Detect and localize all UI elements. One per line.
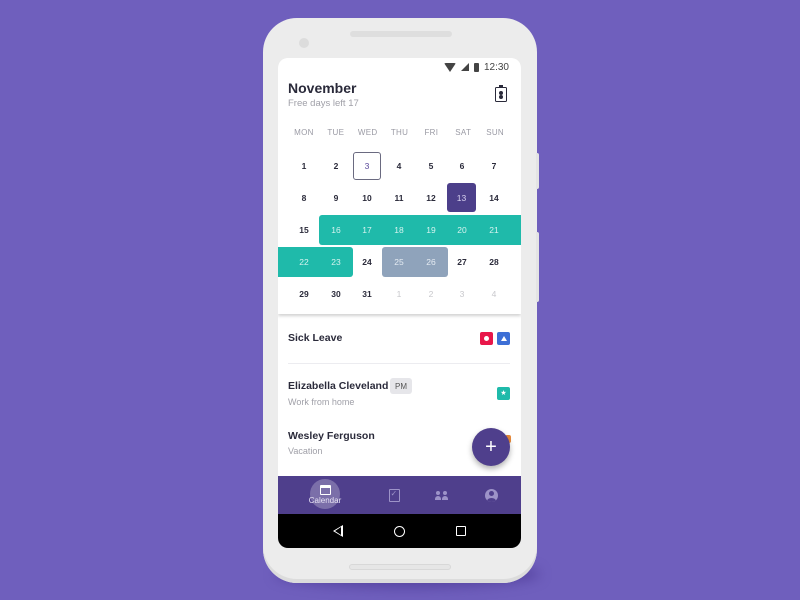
battery-icon bbox=[473, 62, 479, 72]
calendar-week-row: 22 23 24 25 26 27 28 bbox=[278, 246, 521, 278]
wifi-icon bbox=[443, 62, 456, 72]
id-badge-icon[interactable] bbox=[495, 85, 507, 102]
nav-tab-tasks[interactable] bbox=[374, 476, 414, 514]
list-item-title: Elizabella Cleveland bbox=[288, 380, 389, 392]
calendar-day[interactable]: 31 bbox=[351, 278, 383, 310]
status-time: 12:30 bbox=[483, 61, 509, 73]
weekday-label: THU bbox=[390, 128, 409, 137]
list-item-title: Wesley Ferguson bbox=[288, 430, 375, 442]
calendar-day[interactable]: 4 bbox=[478, 278, 510, 310]
blue-indicator-icon bbox=[497, 332, 510, 345]
calendar-day[interactable]: 28 bbox=[478, 246, 510, 278]
calendar-day[interactable]: 29 bbox=[288, 278, 320, 310]
calendar-day[interactable]: 12 bbox=[415, 182, 447, 214]
system-navigation-bar bbox=[278, 514, 521, 548]
calendar-card: 12:30 November Free days left 17 MON TUE… bbox=[278, 58, 521, 314]
calendar-day[interactable]: 10 bbox=[351, 182, 383, 214]
calendar-day[interactable]: 23 bbox=[320, 246, 352, 278]
clipboard-check-icon bbox=[388, 488, 400, 502]
list-item-subtitle: Work from home bbox=[288, 397, 355, 407]
bottom-navigation: Calendar bbox=[278, 476, 521, 514]
calendar-day[interactable]: 1 bbox=[383, 278, 415, 310]
weekday-label: TUE bbox=[327, 128, 345, 137]
role-tag: PM bbox=[390, 378, 412, 394]
calendar-day[interactable]: 9 bbox=[320, 182, 352, 214]
calendar-day[interactable]: 22 bbox=[288, 246, 320, 278]
calendar-week-row: 29 30 31 1 2 3 4 bbox=[278, 278, 521, 310]
account-circle-icon bbox=[484, 488, 498, 502]
calendar-week-row: 8 9 10 11 12 13 14 bbox=[278, 182, 521, 214]
front-camera bbox=[299, 38, 309, 48]
calendar-day[interactable]: 4 bbox=[383, 150, 415, 182]
calendar-day[interactable]: 25 bbox=[383, 246, 415, 278]
nav-tab-team[interactable] bbox=[422, 476, 462, 514]
calendar-day[interactable]: 1 bbox=[288, 150, 320, 182]
home-icon[interactable] bbox=[393, 525, 405, 537]
nav-tab-calendar[interactable]: Calendar bbox=[305, 476, 345, 514]
calendar-day[interactable]: 3 bbox=[446, 278, 478, 310]
calendar-day[interactable]: 19 bbox=[415, 214, 447, 246]
signal-icon bbox=[460, 63, 469, 71]
weekday-label: FRI bbox=[424, 128, 439, 137]
back-icon[interactable] bbox=[333, 525, 344, 537]
list-item-subtitle: Vacation bbox=[288, 446, 323, 456]
recent-apps-icon[interactable] bbox=[455, 526, 466, 536]
calendar-day[interactable]: 3 bbox=[353, 152, 381, 180]
calendar-day[interactable]: 11 bbox=[383, 182, 415, 214]
calendar-day[interactable]: 2 bbox=[320, 150, 352, 182]
nav-label: Calendar bbox=[308, 496, 342, 505]
teal-indicator-icon: ★ bbox=[497, 387, 510, 400]
phone-screen: 12:30 November Free days left 17 MON TUE… bbox=[278, 58, 521, 548]
calendar-day[interactable]: 7 bbox=[478, 150, 510, 182]
earpiece-speaker bbox=[350, 31, 452, 37]
calendar-day[interactable]: 13 bbox=[447, 183, 476, 212]
calendar-day[interactable]: 18 bbox=[383, 214, 415, 246]
calendar-day[interactable]: 17 bbox=[351, 214, 383, 246]
calendar-day[interactable]: 30 bbox=[320, 278, 352, 310]
bottom-speaker bbox=[349, 564, 451, 570]
weekday-label: WED bbox=[357, 128, 378, 137]
calendar-day[interactable]: 16 bbox=[320, 214, 352, 246]
weekday-label: SAT bbox=[455, 128, 472, 137]
weekday-label: SUN bbox=[486, 128, 504, 137]
calendar-day[interactable]: 20 bbox=[446, 214, 478, 246]
calendar-icon bbox=[319, 485, 331, 495]
people-icon bbox=[435, 490, 449, 500]
add-fab-button[interactable]: + bbox=[472, 428, 510, 466]
list-divider bbox=[288, 363, 510, 364]
calendar-day[interactable]: 26 bbox=[415, 246, 447, 278]
power-button bbox=[536, 153, 539, 189]
month-title: November bbox=[288, 80, 357, 96]
calendar-day[interactable]: 6 bbox=[446, 150, 478, 182]
calendar-day[interactable]: 24 bbox=[351, 246, 383, 278]
calendar-day[interactable]: 21 bbox=[478, 214, 510, 246]
weekday-header: MON TUE WED THU FRI SAT SUN bbox=[288, 128, 511, 137]
calendar-day[interactable]: 5 bbox=[415, 150, 447, 182]
volume-button bbox=[536, 232, 539, 302]
calendar-day[interactable]: 2 bbox=[415, 278, 447, 310]
free-days-left: Free days left 17 bbox=[288, 98, 359, 109]
calendar-day[interactable]: 15 bbox=[288, 214, 320, 246]
calendar-week-row: 1234567 bbox=[278, 150, 521, 182]
calendar-day[interactable]: 14 bbox=[478, 182, 510, 214]
calendar-day[interactable]: 27 bbox=[446, 246, 478, 278]
list-item-title: Sick Leave bbox=[288, 332, 343, 344]
calendar-day[interactable]: 8 bbox=[288, 182, 320, 214]
red-indicator-icon bbox=[480, 332, 493, 345]
weekday-label: MON bbox=[294, 128, 314, 137]
calendar-grid: 1 2 3 4 5 6 7 8 9 10 11 12 13 14 15 16 17 18 19 20 21 22 23 24 2… bbox=[278, 150, 521, 310]
nav-tab-profile[interactable] bbox=[471, 476, 511, 514]
status-bar: 12:30 bbox=[443, 58, 509, 76]
calendar-week-row: 15 16 17 18 19 20 21 bbox=[278, 214, 521, 246]
